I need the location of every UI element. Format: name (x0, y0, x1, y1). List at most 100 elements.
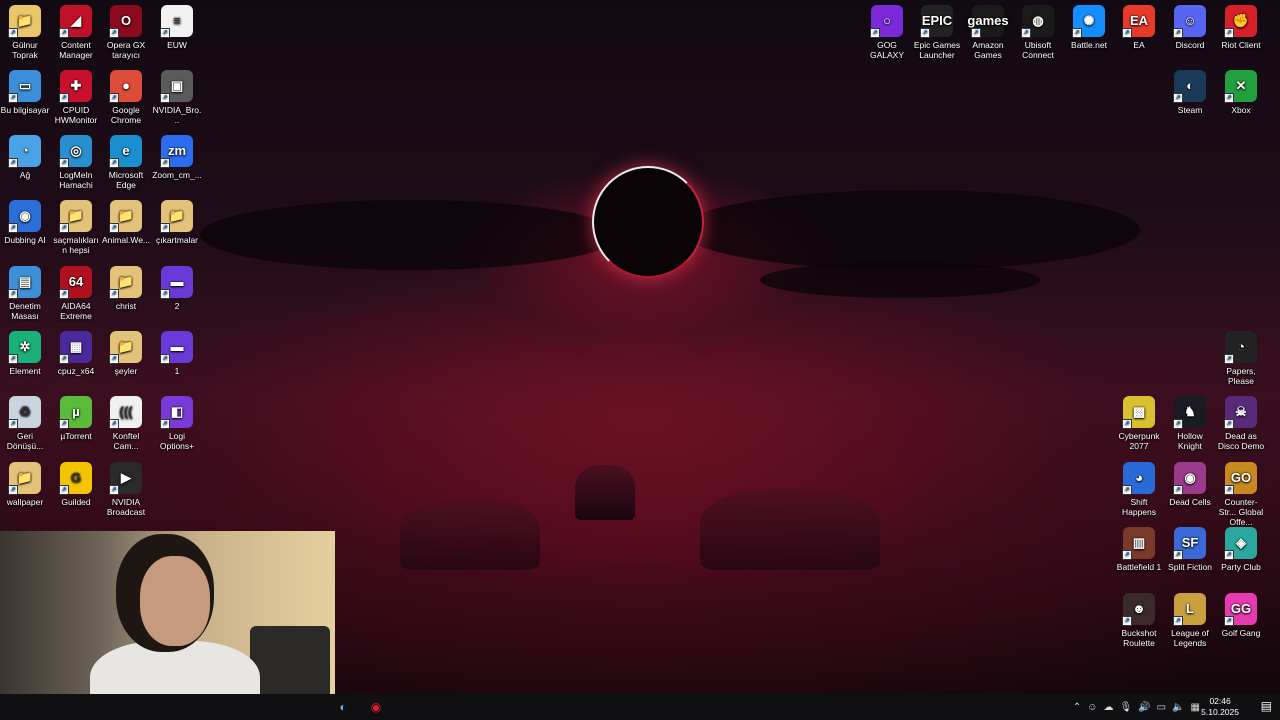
party-club-icon: ◈ ↗ (1224, 527, 1257, 560)
desktop-shortcut[interactable]: 📁 ↗ Gülnur Toprak (0, 5, 50, 60)
desktop-shortcut[interactable]: O ↗ Opera GX tarayıcı (101, 5, 151, 60)
edge-icon: e ↗ (109, 135, 142, 168)
network-tray-icon[interactable]: ▭ (1157, 702, 1166, 713)
desktop-shortcut-label: christ (115, 301, 137, 311)
shortcut-arrow-icon: ↗ (8, 354, 18, 364)
microphone-icon[interactable]: 🎙 (1119, 702, 1132, 713)
desktop-shortcut[interactable]: ◍ ↗ Ubisoft Connect (1013, 5, 1063, 60)
screen-recorder-taskbar-icon[interactable]: ◉ (366, 697, 386, 717)
desktop-shortcut[interactable]: ● ↗ Google Chrome (101, 70, 151, 125)
steam-taskbar-icon[interactable]: ◐ (333, 697, 353, 717)
shortcut-arrow-icon: ↗ (59, 354, 69, 364)
desktop-shortcut[interactable]: 📁 ↗ Animal.We... (101, 200, 151, 245)
desktop-shortcut[interactable]: µ ↗ µTorrent (51, 396, 101, 441)
desktop-shortcut[interactable]: ▶ ↗ NVIDIA Broadcast (101, 462, 151, 517)
desktop-shortcut[interactable]: 📁 ↗ wallpaper (0, 462, 50, 507)
desktop-shortcut[interactable]: ◈ ↗ Party Club (1216, 527, 1266, 572)
desktop-shortcut-label: LogMeIn Hamachi (59, 170, 93, 190)
desktop-shortcut[interactable]: ☺ ↗ Discord (1165, 5, 1215, 50)
desktop-shortcut[interactable]: ▥ ↗ Battlefield 1 (1114, 527, 1164, 572)
shortcut-arrow-icon: ↗ (59, 158, 69, 168)
shortcut-arrow-icon: ↗ (160, 419, 170, 429)
shortcut-arrow-icon: ↗ (1224, 419, 1234, 429)
desktop-shortcut[interactable]: ◐ ↗ Steam (1165, 70, 1215, 115)
desktop-shortcut[interactable]: 64 ↗ AIDA64 Extreme (51, 266, 101, 321)
desktop-shortcut[interactable]: e ↗ Microsoft Edge (101, 135, 151, 190)
desktop-shortcut-label: Buckshot Roulette (1121, 628, 1157, 648)
desktop-shortcut[interactable]: ☠ ↗ Dead as Disco Demo (1216, 396, 1266, 451)
desktop-shortcut[interactable]: games ↗ Amazon Games (963, 5, 1013, 60)
desktop-shortcut[interactable]: EPIC ↗ Epic Games Launcher (912, 5, 962, 60)
aida64-icon: 64 ↗ (59, 266, 92, 299)
desktop-shortcut-label: Epic Games Launcher (913, 40, 961, 60)
desktop-shortcut[interactable]: ✚ ↗ CPUID HWMonitor (51, 70, 101, 125)
ea-icon: EA ↗ (1122, 5, 1155, 38)
nvidia-file-icon: ▣ ↗ (160, 70, 193, 103)
desktop-shortcut-label: şeyler (114, 366, 138, 376)
desktop-shortcut[interactable]: ◧ ↗ Logi Options+ (152, 396, 202, 451)
desktop-shortcut[interactable]: ▭ ↗ Bu bilgisayar (0, 70, 50, 115)
shortcut-arrow-icon: ↗ (1072, 28, 1082, 38)
notification-center-icon[interactable]: ▤ (1261, 699, 1272, 713)
desktop-shortcut[interactable]: ◢ ↗ Content Manager (51, 5, 101, 60)
discord-tray-icon[interactable]: ☺ (1087, 702, 1097, 713)
desktop-shortcut-label: EA (1133, 40, 1145, 50)
desktop-shortcut[interactable]: ▣ ↗ NVIDIA_Bro... (152, 70, 202, 125)
desktop-shortcut-label: Riot Client (1221, 40, 1261, 50)
desktop-shortcut[interactable]: (((↗ Konftel Cam... (101, 396, 151, 451)
desktop-shortcut[interactable]: ▬ ↗ 2 (152, 266, 202, 311)
desktop-shortcut-label: Google Chrome (110, 105, 142, 125)
desktop-shortcut-label: Counter-Str... Global Offe... (1218, 497, 1264, 527)
desktop-shortcut[interactable]: ○ ↗ GOG GALAXY (862, 5, 912, 60)
steam-icon: ◐ ↗ (1173, 70, 1206, 103)
network-icon: ◔ ↗ (8, 135, 41, 168)
cloud-tray-icon[interactable]: ☁ (1103, 702, 1113, 713)
desktop-shortcut[interactable]: zm ↗ Zoom_cm_... (152, 135, 202, 180)
desktop-shortcut[interactable]: 📁 ↗ çıkartmalar (152, 200, 202, 245)
desktop-shortcut[interactable]: ◕ ↗ Shift Happens (1114, 462, 1164, 517)
eclipse-sun (592, 166, 704, 278)
chevron-up-icon[interactable]: ⌃ (1073, 702, 1081, 713)
shortcut-arrow-icon: ↗ (160, 223, 170, 233)
desktop-shortcut[interactable]: ▬ ↗ 1 (152, 331, 202, 376)
element-icon: ✲ ↗ (8, 331, 41, 364)
desktop-shortcut[interactable]: ☻ ↗ Buckshot Roulette (1114, 593, 1164, 648)
desktop-shortcut[interactable]: 📁 ↗ saçmalıkların hepsi (51, 200, 101, 255)
desktop-shortcut[interactable]: ≡ ↗ EUW (152, 5, 202, 50)
desktop-shortcut[interactable]: ♞ ↗ Hollow Knight (1165, 396, 1215, 451)
desktop-shortcut[interactable]: ◔ ↗ Papers, Please (1216, 331, 1266, 386)
desktop-shortcut[interactable]: ◉ ↗ Dubbing AI (0, 200, 50, 245)
desktop-shortcut-label: Element (9, 366, 41, 376)
desktop-shortcut[interactable]: GG ↗ Golf Gang (1216, 593, 1266, 638)
volume-icon[interactable]: 🔊 (1138, 702, 1150, 713)
battlenet-icon: ✺ ↗ (1072, 5, 1105, 38)
desktop-shortcut[interactable]: 📁 ↗ christ (101, 266, 151, 311)
desktop-shortcut[interactable]: G ↗ Guilded (51, 462, 101, 507)
taskbar-clock[interactable]: 02:46 5.10.2025 (1201, 696, 1239, 718)
desktop-shortcut[interactable]: ◉ ↗ Dead Cells (1165, 462, 1215, 507)
desktop-shortcut[interactable]: ✕ ↗ Xbox (1216, 70, 1266, 115)
keyboard-tray-icon[interactable]: ▦ (1191, 702, 1200, 713)
desktop-shortcut[interactable]: SF ↗ Split Fiction (1165, 527, 1215, 572)
folder-icon: 📁 ↗ (109, 331, 142, 364)
hwmonitor-icon: ✚ ↗ (59, 70, 92, 103)
desktop-shortcut[interactable]: ▦ ↗ cpuz_x64 (51, 331, 101, 376)
desktop-shortcut[interactable]: ✊ ↗ Riot Client (1216, 5, 1266, 50)
desktop-shortcut[interactable]: ◎ ↗ LogMeIn Hamachi (51, 135, 101, 190)
desktop-shortcut[interactable]: L ↗ League of Legends (1165, 593, 1215, 648)
utorrent-icon: µ ↗ (59, 396, 92, 429)
desktop-shortcut[interactable]: EA ↗ EA (1114, 5, 1164, 50)
desktop-shortcut[interactable]: 📁 ↗ şeyler (101, 331, 151, 376)
shortcut-arrow-icon: ↗ (920, 28, 930, 38)
desktop-shortcut-label: Konftel Cam... (112, 431, 140, 451)
speaker-tray-icon[interactable]: 🔈 (1172, 702, 1184, 713)
desktop-shortcut[interactable]: ◔ ↗ Ağ (0, 135, 50, 180)
shortcut-arrow-icon: ↗ (160, 158, 170, 168)
desktop-shortcut[interactable]: GO ↗ Counter-Str... Global Offe... (1216, 462, 1266, 527)
desktop-shortcut[interactable]: ✲ ↗ Element (0, 331, 50, 376)
desktop-shortcut[interactable]: ✺ ↗ Battle.net (1064, 5, 1114, 50)
desktop-shortcut[interactable]: ▤ ↗ Denetim Masası (0, 266, 50, 321)
desktop-shortcut[interactable]: ▩ ↗ Cyberpunk 2077 (1114, 396, 1164, 451)
shortcut-arrow-icon: ↗ (870, 28, 880, 38)
desktop-shortcut[interactable]: ♻ ↗ Geri Dönüşü... (0, 396, 50, 451)
